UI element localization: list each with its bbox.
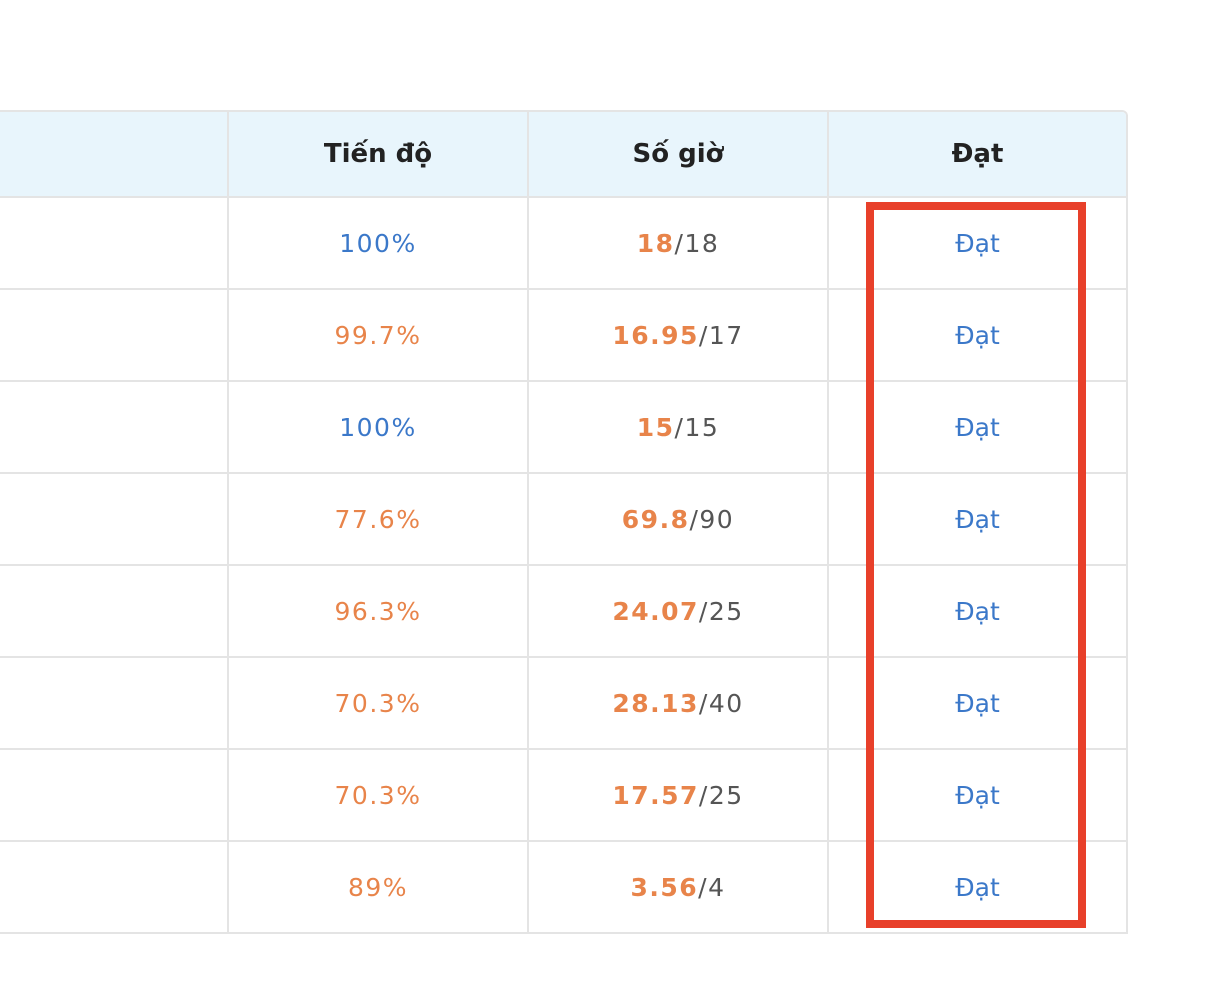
name-cell xyxy=(0,289,228,382)
table-row: 100% 18/18 Đạt xyxy=(0,197,1126,290)
progress-value: 100% xyxy=(339,412,417,442)
table-row: 100% 15/15 Đạt xyxy=(0,381,1126,474)
hours-done-value: 24.07 xyxy=(612,596,699,626)
progress-value: 96.3% xyxy=(334,596,422,626)
pass-status: Đạt xyxy=(955,504,1000,534)
pass-status: Đạt xyxy=(955,596,1000,626)
name-cell xyxy=(0,749,228,842)
progress-cell: 100% xyxy=(227,381,528,474)
table-row: 99.7% 16.95/17 Đạt xyxy=(0,289,1126,382)
hours-done-value: 18 xyxy=(636,228,675,258)
progress-cell: 100% xyxy=(227,197,528,290)
hours-separator: / xyxy=(698,596,709,626)
hours-total-value: 4 xyxy=(708,872,726,902)
hours-done-value: 16.95 xyxy=(612,320,699,350)
pass-status: Đạt xyxy=(955,228,1000,258)
progress-cell: 70.3% xyxy=(227,749,528,842)
hours-done-value: 28.13 xyxy=(612,688,699,718)
pass-status: Đạt xyxy=(955,780,1000,810)
hours-done-value: 3.56 xyxy=(630,872,699,902)
results-table: Tiến độ Số giờ Đạt 100% 18/18 Đạt 99.7% … xyxy=(0,112,1126,932)
hours-cell: 69.8/90 xyxy=(527,473,828,566)
pass-cell: Đạt xyxy=(827,381,1126,474)
progress-cell: 70.3% xyxy=(227,657,528,750)
hours-total-value: 25 xyxy=(708,596,744,626)
table-row: 70.3% 17.57/25 Đạt xyxy=(0,749,1126,842)
table-row: 70.3% 28.13/40 Đạt xyxy=(0,657,1126,750)
pass-status: Đạt xyxy=(955,320,1000,350)
name-cell xyxy=(0,381,228,474)
hours-cell: 16.95/17 xyxy=(527,289,828,382)
hours-total-value: 18 xyxy=(684,228,720,258)
pass-cell: Đạt xyxy=(827,749,1126,842)
progress-value: 99.7% xyxy=(334,320,422,350)
progress-cell: 96.3% xyxy=(227,565,528,658)
pass-cell: Đạt xyxy=(827,197,1126,290)
table-body: 100% 18/18 Đạt 99.7% 16.95/17 Đạt 100% 1… xyxy=(0,197,1126,932)
hours-cell: 24.07/25 xyxy=(527,565,828,658)
progress-cell: 89% xyxy=(227,841,528,932)
hours-cell: 3.56/4 xyxy=(527,841,828,932)
hours-done-value: 17.57 xyxy=(612,780,699,810)
name-cell xyxy=(0,841,228,932)
pass-status: Đạt xyxy=(955,412,1000,442)
name-cell xyxy=(0,657,228,750)
progress-value: 89% xyxy=(347,872,409,902)
hours-total-value: 17 xyxy=(708,320,744,350)
hours-separator: / xyxy=(698,780,709,810)
hours-total-value: 15 xyxy=(684,412,720,442)
column-header-pass[interactable]: Đạt xyxy=(827,112,1126,198)
hours-separator: / xyxy=(674,412,685,442)
hours-total-value: 40 xyxy=(708,688,744,718)
hours-separator: / xyxy=(674,228,685,258)
pass-status: Đạt xyxy=(955,872,1000,902)
hours-cell: 28.13/40 xyxy=(527,657,828,750)
hours-separator: / xyxy=(698,688,709,718)
hours-separator: / xyxy=(698,872,709,902)
table-row: 89% 3.56/4 Đạt xyxy=(0,841,1126,932)
pass-cell: Đạt xyxy=(827,657,1126,750)
name-cell xyxy=(0,197,228,290)
progress-cell: 77.6% xyxy=(227,473,528,566)
table-row: 77.6% 69.8/90 Đạt xyxy=(0,473,1126,566)
name-cell xyxy=(0,473,228,566)
pass-cell: Đạt xyxy=(827,565,1126,658)
hours-cell: 15/15 xyxy=(527,381,828,474)
progress-value: 77.6% xyxy=(334,504,422,534)
table-header-row: Tiến độ Số giờ Đạt xyxy=(0,112,1126,198)
column-header-name xyxy=(0,112,228,198)
progress-value: 70.3% xyxy=(334,780,422,810)
progress-value: 70.3% xyxy=(334,688,422,718)
hours-separator: / xyxy=(698,320,709,350)
hours-total-value: 90 xyxy=(699,504,735,534)
column-header-progress[interactable]: Tiến độ xyxy=(227,112,528,198)
hours-done-value: 15 xyxy=(636,412,675,442)
column-header-hours[interactable]: Số giờ xyxy=(527,112,828,198)
pass-cell: Đạt xyxy=(827,473,1126,566)
pass-cell: Đạt xyxy=(827,841,1126,932)
hours-cell: 18/18 xyxy=(527,197,828,290)
progress-cell: 99.7% xyxy=(227,289,528,382)
hours-total-value: 25 xyxy=(708,780,744,810)
hours-done-value: 69.8 xyxy=(621,504,690,534)
hours-separator: / xyxy=(689,504,700,534)
table-row: 96.3% 24.07/25 Đạt xyxy=(0,565,1126,658)
results-table-wrapper: Tiến độ Số giờ Đạt 100% 18/18 Đạt 99.7% … xyxy=(0,110,1128,934)
name-cell xyxy=(0,565,228,658)
hours-cell: 17.57/25 xyxy=(527,749,828,842)
progress-value: 100% xyxy=(339,228,417,258)
pass-cell: Đạt xyxy=(827,289,1126,382)
pass-status: Đạt xyxy=(955,688,1000,718)
